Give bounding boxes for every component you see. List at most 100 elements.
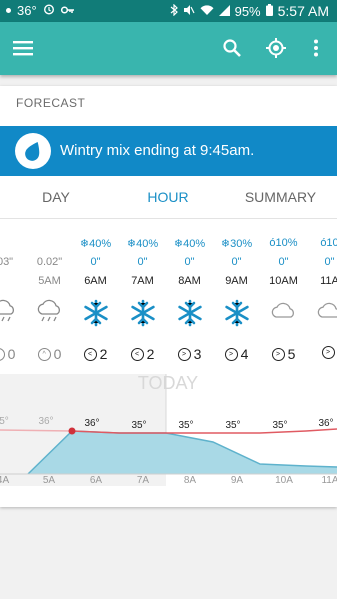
precip-amount: 0": [324, 256, 335, 268]
wind-speed: 0: [7, 346, 16, 362]
hour-column: .03" 0: [0, 218, 27, 373]
snowflake-icon: [166, 299, 213, 327]
wind-indicator: <2: [119, 346, 166, 362]
snowflake-icon: [213, 299, 260, 327]
axis-hour-label: 4A: [0, 475, 9, 486]
key-icon: [60, 3, 75, 18]
mute-icon: [183, 4, 195, 19]
hour-label: 8AM: [178, 275, 201, 287]
search-button[interactable]: [219, 35, 245, 61]
status-bar: 36° 95% 5:57 AM: [0, 0, 337, 22]
wind-direction-icon: >: [321, 346, 335, 359]
wind-direction-icon: [0, 347, 5, 361]
hourly-forecast: .03" 0 0.02" 5AM ^0 ❄40% 0" 6AM <2: [0, 218, 337, 373]
wind-indicator: ^ 0: [26, 346, 73, 362]
menu-icon: [13, 41, 33, 56]
alert-text: Wintry mix ending at 9:45am.: [60, 142, 255, 159]
overflow-menu-button[interactable]: [303, 35, 329, 61]
wifi-icon: [200, 4, 214, 19]
hour-label: 5AM: [38, 275, 61, 287]
axis-hour-label: 8A: [184, 475, 197, 486]
wind-indicator: >5: [260, 346, 307, 362]
locate-button[interactable]: [263, 35, 289, 61]
rain-cloud-icon: [0, 299, 27, 325]
wind-speed: 2: [146, 346, 155, 362]
wind-speed: 4: [240, 346, 249, 362]
hour-label: 6AM: [84, 275, 107, 287]
hour-column: ❄40% 0" 6AM <2: [72, 218, 119, 373]
menu-button[interactable]: [10, 35, 36, 61]
precip-amount: 0": [278, 256, 289, 268]
precip-chance: ❄30%: [220, 238, 253, 250]
forecast-title: FORECAST: [16, 96, 86, 110]
signal-icon: [218, 4, 230, 19]
wind-speed: 5: [287, 346, 296, 362]
battery-icon: [265, 3, 273, 19]
precip-chance: ó10%: [269, 237, 298, 249]
forecast-card: FORECAST Wintry mix ending at 9:45am. DA…: [0, 86, 337, 507]
hour-label: 7AM: [131, 275, 154, 287]
status-temp: 36°: [17, 3, 37, 18]
temp-label: 35°: [272, 420, 287, 431]
hour-column: ❄30% 0" 9AM >4: [213, 218, 260, 373]
battery-percent: 95%: [234, 3, 261, 19]
wind-direction-icon: >: [177, 347, 191, 361]
wind-direction-icon: ^: [37, 347, 51, 361]
alarm-icon: [43, 3, 55, 18]
hour-label: 9AM: [225, 275, 248, 287]
hour-column: ó10% 0" 10AM >5: [260, 218, 307, 373]
axis-hour-label: 9A: [231, 475, 244, 486]
hour-label: 11A: [320, 275, 337, 287]
wind-direction-icon: >: [271, 347, 285, 361]
tab-day[interactable]: DAY: [0, 176, 112, 218]
axis-hour-label: 11A: [321, 475, 337, 486]
precip-chance: ❄40%: [126, 238, 159, 250]
tab-hour[interactable]: HOUR: [112, 176, 224, 218]
temp-label: 36°: [38, 416, 53, 427]
bluetooth-icon: [170, 3, 178, 19]
precip-amount: 0": [137, 256, 148, 268]
wind-indicator: >3: [166, 346, 213, 362]
precip-chance: ó10: [320, 237, 337, 249]
temp-label: 35°: [131, 420, 146, 431]
wind-speed: 3: [193, 346, 202, 362]
app-bar: [0, 22, 337, 75]
snowflake-icon: [72, 299, 119, 327]
precip-amount: 0": [90, 256, 101, 268]
locate-icon: [266, 38, 286, 58]
wind-direction-icon: <: [83, 347, 97, 361]
tab-summary[interactable]: SUMMARY: [224, 176, 337, 218]
precip-amount: 0.02": [36, 256, 63, 268]
axis-hour-label: 10A: [275, 475, 293, 486]
weather-alert[interactable]: Wintry mix ending at 9:45am.: [0, 126, 337, 176]
status-dot-icon: [6, 8, 11, 13]
hour-column: ó10 0" 11A >: [306, 218, 337, 373]
wind-speed: 0: [53, 346, 62, 362]
precip-amount: 0": [184, 256, 195, 268]
axis-hour-label: 7A: [137, 475, 150, 486]
hour-column: 0.02" 5AM ^ 0: [26, 218, 73, 373]
temp-label: 35°: [225, 420, 240, 431]
temp-label: 36°: [318, 418, 333, 429]
today-label: TODAY: [138, 374, 198, 393]
axis-hour-label: 5A: [43, 475, 56, 486]
hour-column: ❄40% 0" 7AM <2: [119, 218, 166, 373]
status-time: 5:57 AM: [277, 3, 329, 19]
axis-hour-label: 6A: [90, 475, 103, 486]
wind-indicator: 0: [0, 346, 27, 362]
wind-indicator: <2: [72, 346, 119, 362]
temp-label: 5°: [0, 416, 9, 427]
wind-direction-icon: <: [130, 347, 144, 361]
forecast-tabs: DAY HOUR SUMMARY: [0, 176, 337, 219]
search-icon: [223, 39, 241, 57]
precip-drop-icon: [15, 133, 51, 169]
precip-amount: 0": [231, 256, 242, 268]
precip-chance: ❄40%: [173, 238, 206, 250]
hour-column: ❄40% 0" 8AM >3: [166, 218, 213, 373]
current-temp-marker: [68, 427, 76, 435]
cloud-icon: [260, 299, 307, 321]
wind-speed: 2: [99, 346, 108, 362]
rain-cloud-icon: [26, 299, 73, 325]
cloud-icon: [306, 299, 337, 321]
precip-chance: ❄40%: [79, 238, 112, 250]
